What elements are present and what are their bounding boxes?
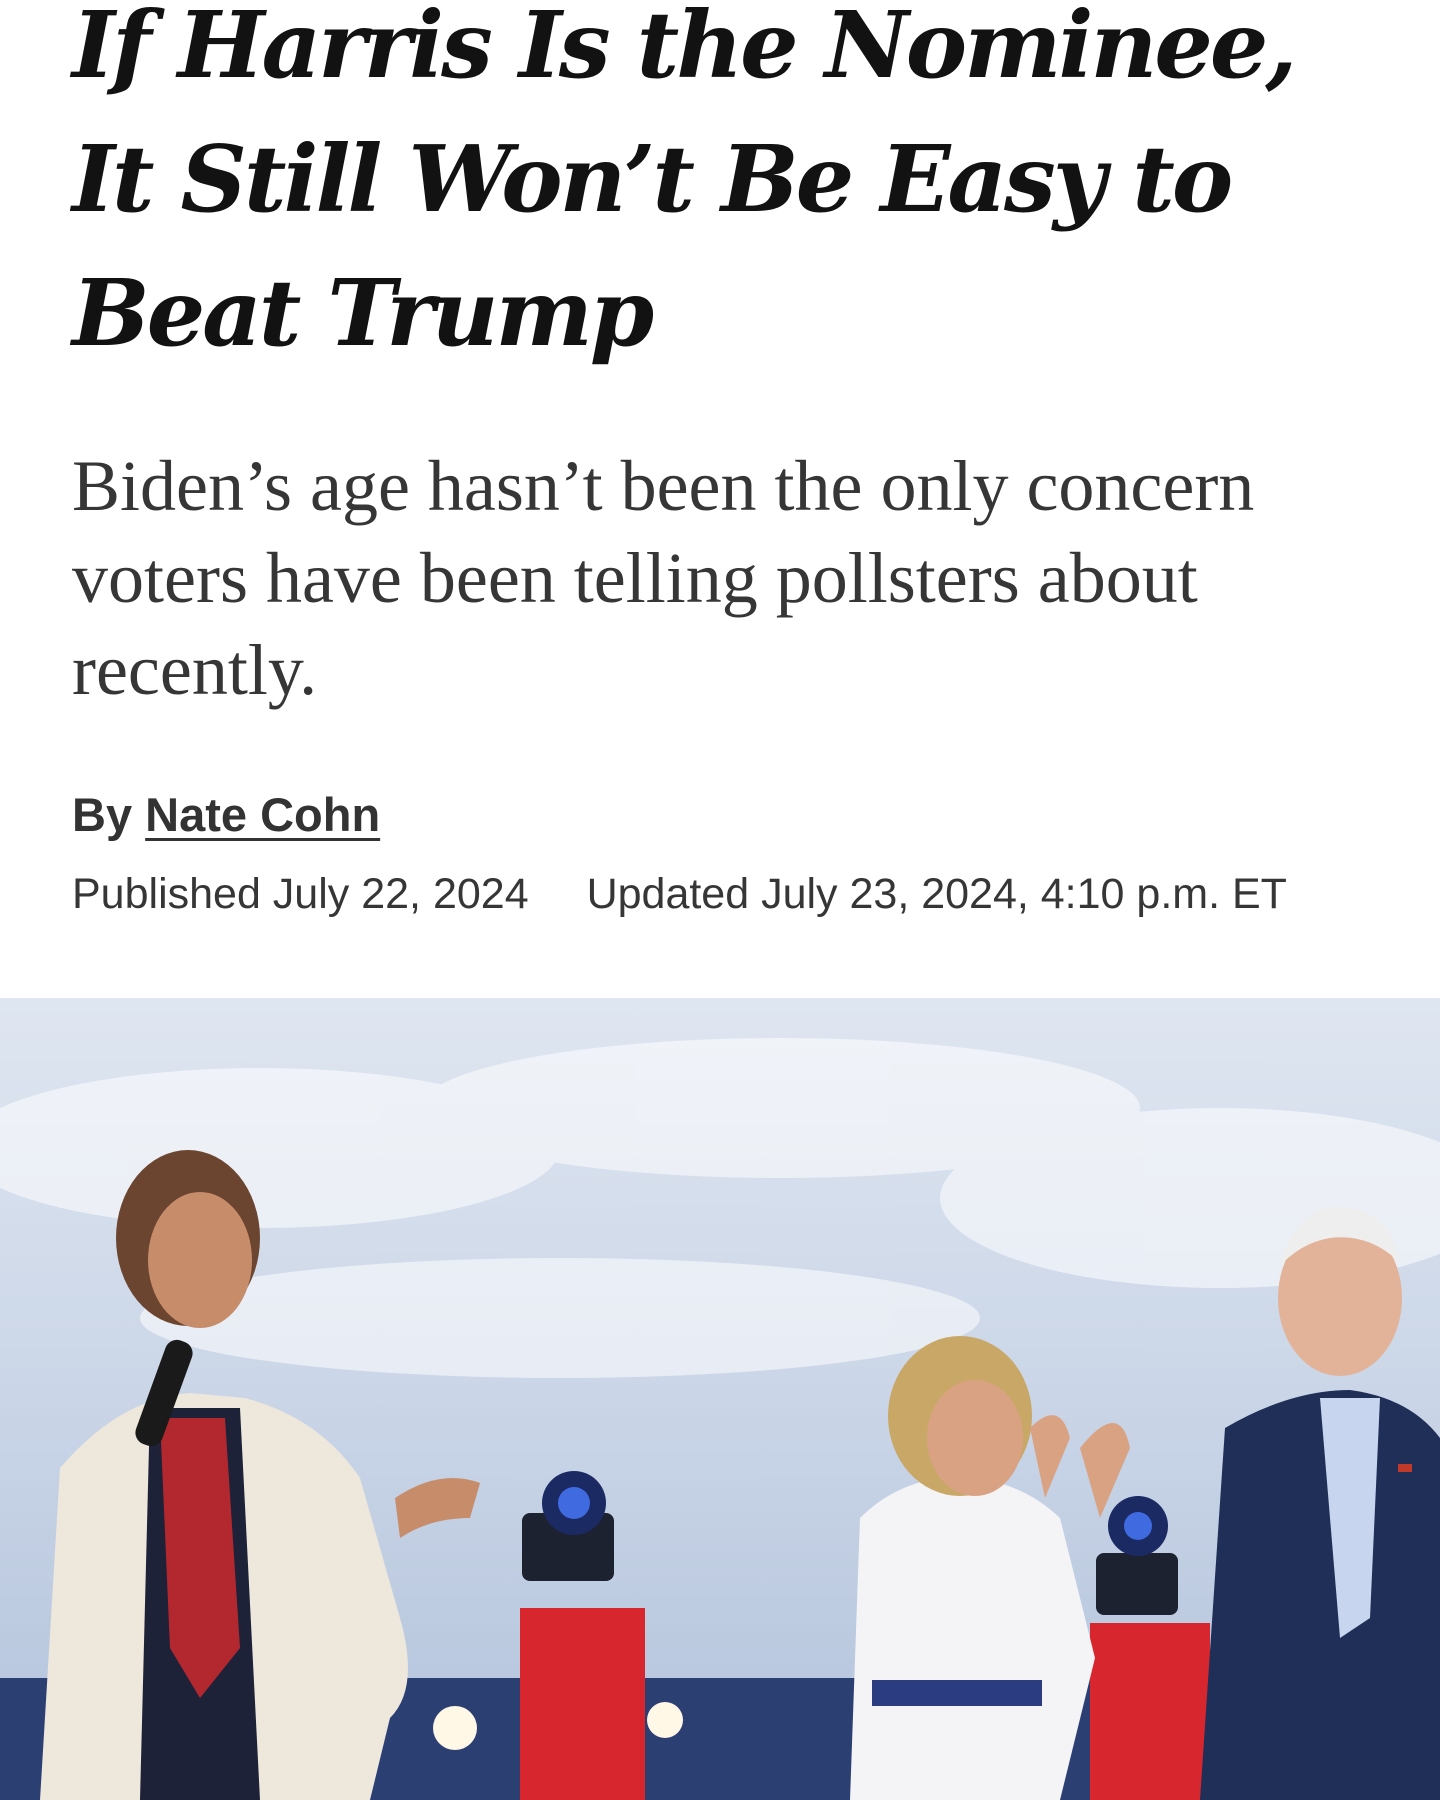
article-headline: If Harris Is the Nominee, It Still Won’t… (72, 0, 1297, 367)
stage-red-panel-right (1090, 1623, 1210, 1800)
dateline: Published July 22, 2024 Updated July 23,… (72, 866, 1287, 922)
lead-photo (0, 998, 1440, 1800)
author-link[interactable]: Nate Cohn (145, 788, 380, 841)
stage-lamp-right (1096, 1496, 1178, 1615)
stage-light-left (433, 1706, 477, 1750)
updated-date: Updated July 23, 2024, 4:10 p.m. ET (586, 870, 1287, 918)
stage-lamp-left (522, 1471, 614, 1581)
published-date: Published July 22, 2024 (72, 870, 529, 918)
stage-red-panel-left (520, 1608, 645, 1800)
lead-photo-illustration (0, 1038, 1440, 1800)
byline: By Nate Cohn (72, 785, 380, 845)
byline-prefix: By (72, 788, 133, 841)
stage-light-center (647, 1702, 683, 1738)
person-right (1200, 1206, 1440, 1800)
article-summary: Biden’s age hasn’t been the only concern… (72, 446, 1255, 710)
